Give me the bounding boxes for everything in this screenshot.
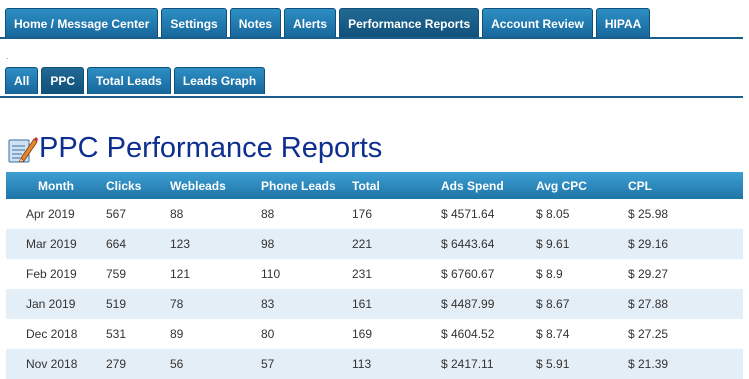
cell-phone-leads: 98 — [261, 229, 352, 259]
page-header: PPC Performance Reports — [6, 132, 382, 165]
cell-cpl: $ 21.39 — [628, 349, 743, 379]
cell-month: Nov 2018 — [6, 349, 106, 379]
cell-ads-spend: $ 6443.64 — [441, 229, 536, 259]
subtab-total-leads[interactable]: Total Leads — [87, 67, 171, 94]
cell-avg-cpc: $ 8.05 — [536, 207, 570, 221]
subtab-ppc[interactable]: PPC — [41, 67, 85, 94]
cell-month: Feb 2019 — [26, 267, 77, 281]
cell-cpl: $ 27.88 — [628, 289, 743, 319]
main-tab-bar: Home / Message Center Settings Notes Ale… — [5, 8, 653, 38]
cell-phone-leads: 80 — [261, 327, 275, 341]
table-row: Apr 2019 567 88 88 176 $ 4571.64 $ 8.05 $ 25.98 — [6, 199, 743, 229]
cell-webleads: 89 — [170, 327, 184, 341]
cell-ads-spend: $ 4571.64 — [441, 207, 495, 221]
cell-total: 113 — [352, 349, 441, 379]
cell-clicks: 567 — [106, 207, 127, 221]
cell-avg-cpc: $ 9.61 — [536, 229, 628, 259]
cell-clicks: 759 — [106, 267, 127, 281]
cell-total: 169 — [352, 327, 373, 341]
table-row: Mar 2019 664 123 98 221 $ 6443.64 $ 9.61 $ 29.1… — [6, 229, 743, 259]
cell-phone-leads: 57 — [261, 349, 352, 379]
cell-month: Mar 2019 — [6, 229, 106, 259]
cell-webleads: 56 — [170, 349, 261, 379]
cell-total: 231 — [352, 267, 373, 281]
cell-cpl: $ 27.25 — [628, 327, 669, 341]
table-row: Dec 2018 531 89 80 169 $ 4604.52 $ 8.74 $ 27.25 — [6, 319, 743, 349]
column-header-clicks[interactable]: Clicks — [106, 172, 170, 199]
cell-avg-cpc: $ 8.74 — [536, 327, 570, 341]
divider-dot: . — [6, 52, 9, 61]
report-tab-bar: All PPC Total Leads Leads Graph — [5, 67, 268, 97]
cell-total: 176 — [352, 207, 373, 221]
column-header-avg-cpc[interactable]: Avg CPC — [536, 172, 628, 199]
table-row: Jan 2019 519 78 83 161 $ 4487.99 $ 8.67 $ 27.88 — [6, 289, 743, 319]
column-header-month[interactable]: Month — [6, 172, 106, 199]
cell-ads-spend: $ 4487.99 — [441, 289, 536, 319]
tab-home-message-center[interactable]: Home / Message Center — [5, 8, 159, 38]
cell-ads-spend: $ 2417.11 — [441, 349, 536, 379]
column-header-cpl[interactable]: CPL — [628, 172, 743, 199]
cell-avg-cpc: $ 5.91 — [536, 349, 628, 379]
cell-total: 161 — [352, 289, 441, 319]
tab-alerts[interactable]: Alerts — [284, 8, 337, 38]
cell-ads-spend: $ 6760.67 — [441, 267, 495, 281]
column-header-ads-spend[interactable]: Ads Spend — [441, 172, 536, 199]
cell-avg-cpc: $ 8.9 — [536, 267, 563, 281]
cell-ads-spend: $ 4604.52 — [441, 327, 495, 341]
tab-account-review[interactable]: Account Review — [482, 8, 593, 38]
cell-phone-leads: 83 — [261, 289, 352, 319]
cell-month: Jan 2019 — [6, 289, 106, 319]
cell-webleads: 121 — [170, 267, 191, 281]
cell-clicks: 279 — [106, 349, 170, 379]
table-row: Feb 2019 759 121 110 231 $ 6760.67 $ 8.9 $ 29.2… — [6, 259, 743, 289]
cell-total: 221 — [352, 229, 441, 259]
cell-phone-leads: 110 — [261, 267, 281, 281]
table-body: Apr 2019 567 88 88 176 $ 4571.64 $ 8.05 $ 25.98… — [6, 199, 743, 379]
cell-clicks: 531 — [106, 327, 127, 341]
column-header-phone-leads[interactable]: Phone Leads — [261, 172, 352, 199]
subtab-all[interactable]: All — [5, 67, 39, 94]
report-edit-icon — [8, 136, 38, 162]
cell-clicks: 664 — [106, 229, 170, 259]
tab-hipaa[interactable]: HIPAA — [595, 8, 651, 38]
report-tab-divider — [0, 96, 743, 98]
ppc-report-table: Month Clicks Webleads Phone Leads Total … — [6, 172, 743, 379]
cell-phone-leads: 88 — [261, 207, 275, 221]
cell-webleads: 123 — [170, 229, 261, 259]
cell-webleads: 88 — [170, 207, 184, 221]
page-title: PPC Performance Reports — [39, 132, 383, 164]
cell-cpl: $ 25.98 — [628, 207, 669, 221]
cell-avg-cpc: $ 8.67 — [536, 289, 628, 319]
tab-settings[interactable]: Settings — [161, 8, 227, 38]
cell-month: Dec 2018 — [26, 327, 78, 341]
subtab-leads-graph[interactable]: Leads Graph — [173, 67, 266, 94]
tab-notes[interactable]: Notes — [229, 8, 282, 38]
main-tab-divider — [0, 37, 743, 39]
cell-cpl: $ 29.27 — [628, 267, 669, 281]
cell-clicks: 519 — [106, 289, 170, 319]
cell-webleads: 78 — [170, 289, 261, 319]
column-header-webleads[interactable]: Webleads — [170, 172, 261, 199]
tab-performance-reports[interactable]: Performance Reports — [339, 8, 480, 38]
table-row: Nov 2018 279 56 57 113 $ 2417.11 $ 5.91 $ 21.39 — [6, 349, 743, 379]
cell-month: Apr 2019 — [26, 207, 75, 221]
cell-cpl: $ 29.16 — [628, 229, 743, 259]
table-header-row: Month Clicks Webleads Phone Leads Total … — [6, 172, 743, 199]
column-header-total[interactable]: Total — [352, 172, 441, 199]
